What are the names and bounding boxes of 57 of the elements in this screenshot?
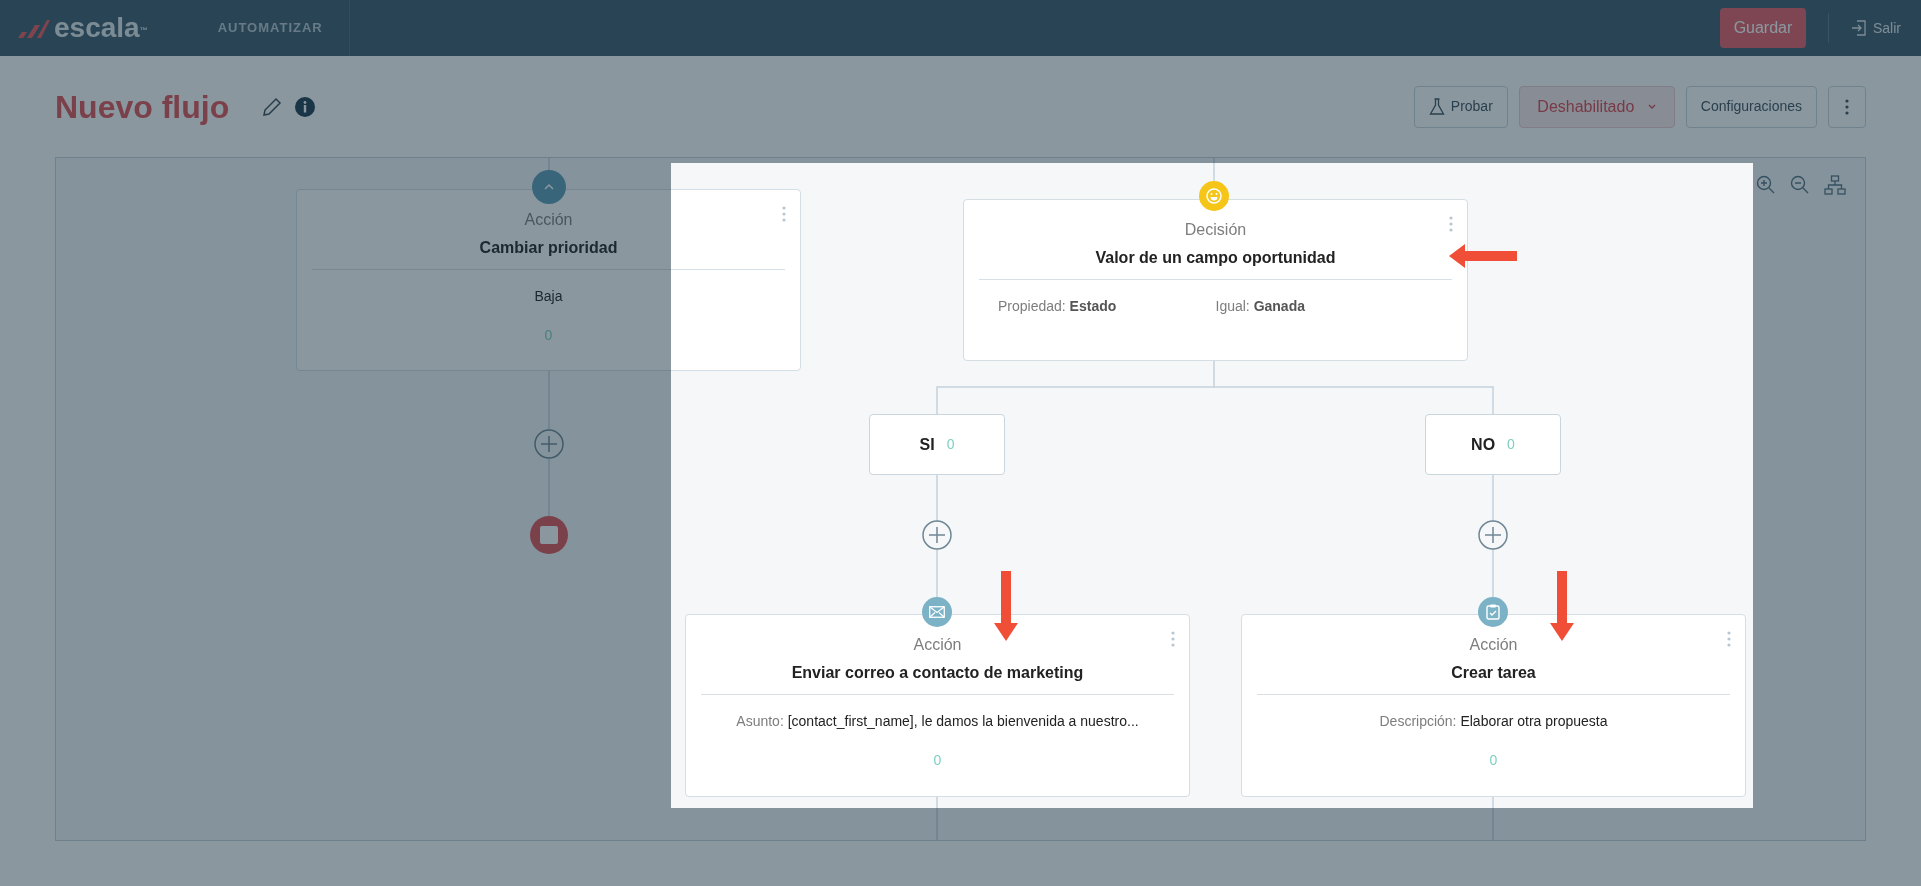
condition-text: Propiedad: Estado — [998, 297, 1118, 315]
node-title: Valor de un campo oportunidad — [1095, 248, 1336, 268]
execution-count: 0 — [544, 326, 553, 344]
branch-count: 0 — [946, 435, 955, 454]
page-title: Nuevo flujo — [55, 90, 230, 123]
branch-label: SI — [919, 434, 935, 455]
execution-count: 0 — [1489, 751, 1498, 769]
execution-count: 0 — [933, 751, 942, 769]
branch-count: 0 — [1507, 435, 1515, 454]
arrow-down-icon — [994, 571, 1018, 641]
settings-button[interactable]: Configuraciones — [1685, 85, 1817, 128]
smiley-icon — [1199, 181, 1229, 211]
envelope-icon — [922, 597, 952, 627]
node-detail: Asunto: [contact_first_name], le damos la bienvenida a nuestro... — [736, 712, 1139, 730]
add-step-button[interactable] — [1478, 520, 1508, 550]
node-title: Enviar correo a contacto de marketing — [791, 663, 1084, 683]
node-detail: Descripción: Elaborar otra propuesta — [1379, 712, 1608, 730]
exit-link[interactable]: Salir — [1851, 17, 1901, 39]
branch-card[interactable]: SI 0 — [869, 414, 1005, 475]
node-title: Cambiar prioridad — [479, 238, 618, 258]
logout-icon — [1851, 20, 1867, 36]
zoom-in-icon[interactable] — [1756, 175, 1776, 195]
test-button[interactable]: Probar — [1413, 85, 1508, 128]
branch-card[interactable]: NO 0 — [1425, 414, 1561, 475]
zoom-out-icon[interactable] — [1790, 175, 1810, 195]
add-step-button[interactable] — [534, 429, 564, 459]
more-options-icon[interactable] — [782, 206, 786, 222]
action-card[interactable]: Acción Crear tarea Descripción: Elaborar otra propuesta 0 — [1241, 614, 1746, 797]
more-options-icon — [1845, 98, 1849, 115]
action-card[interactable]: Acción Cambiar prioridad Baja 0 — [296, 189, 801, 371]
hierarchy-icon[interactable] — [1824, 175, 1846, 195]
node-type-label: Acción — [1469, 635, 1518, 655]
add-step-button[interactable] — [922, 520, 952, 550]
decision-card[interactable]: Decisión Valor de un campo oportunidad Propiedad: Estado Igual: Ganada — [963, 199, 1468, 361]
info-icon[interactable] — [295, 96, 316, 117]
node-type-label: Acción — [913, 635, 962, 655]
more-options-icon[interactable] — [1171, 631, 1175, 647]
collapse-button[interactable] — [532, 170, 566, 204]
node-type-label: Decisión — [1184, 220, 1247, 240]
arrow-down-icon — [1550, 571, 1574, 641]
clipboard-check-icon — [1478, 597, 1508, 627]
stop-button[interactable] — [530, 516, 568, 554]
more-options-icon[interactable] — [1727, 631, 1731, 647]
chevron-down-icon — [1648, 103, 1657, 110]
node-type-label: Acción — [524, 210, 573, 230]
flask-icon — [1428, 97, 1445, 116]
branch-label: NO — [1471, 434, 1496, 455]
condition-text: Igual: Ganada — [1215, 297, 1306, 315]
node-title: Crear tarea — [1451, 663, 1536, 683]
node-detail: Baja — [534, 287, 563, 305]
brand-name: escala$^{™}$ — [54, 14, 148, 42]
arrow-left-icon — [1449, 244, 1517, 268]
action-card[interactable]: Acción Enviar correo a contacto de marketing Asunto: [contact_first_name], le damos la bienvenida a nuestro... 0 — [685, 614, 1190, 797]
more-options-button[interactable] — [1828, 85, 1866, 128]
more-options-icon[interactable] — [1449, 216, 1453, 232]
section-label: AUTOMATIZAR — [217, 19, 323, 38]
pencil-icon[interactable] — [261, 95, 284, 118]
